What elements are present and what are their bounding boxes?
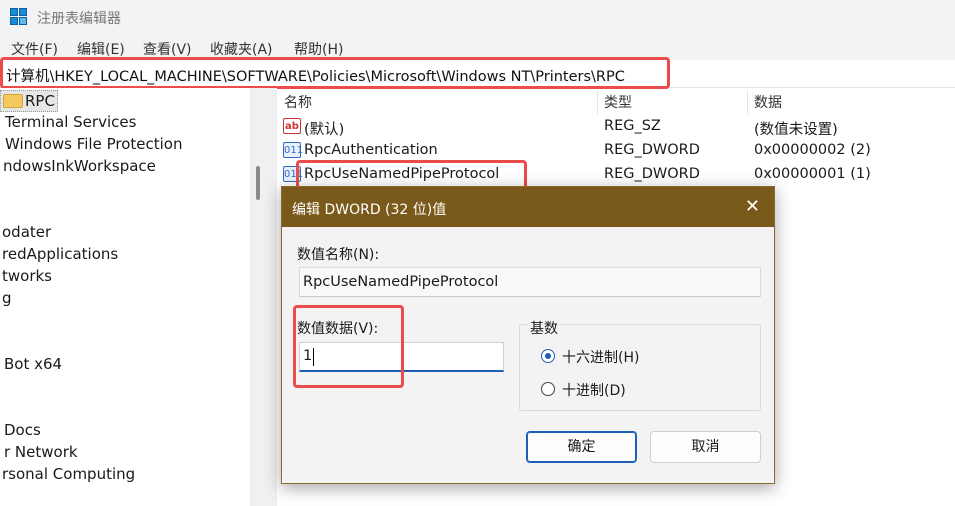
value-name-field: RpcUseNamedPipeProtocol bbox=[299, 267, 761, 297]
title-bar: 注册表编辑器 bbox=[0, 0, 955, 36]
value-name[interactable]: (默认) bbox=[304, 118, 344, 139]
ok-button[interactable]: 确定 bbox=[526, 431, 637, 463]
radio-decimal-label[interactable]: 十进制(D) bbox=[562, 380, 626, 400]
column-header-name[interactable]: 名称 bbox=[284, 92, 312, 112]
dword-value-icon: 011 bbox=[283, 142, 303, 158]
tree-item[interactable]: Windows File Protection bbox=[5, 135, 182, 153]
tree-item[interactable]: rsonal Computing bbox=[2, 465, 135, 483]
string-value-icon: ab bbox=[283, 118, 301, 134]
menu-edit[interactable]: 编辑(E) bbox=[77, 39, 125, 59]
dialog-title-bar[interactable]: 编辑 DWORD (32 位)值 ✕ bbox=[282, 187, 774, 227]
tree-item-label: RPC bbox=[25, 92, 55, 110]
tree-item-selected[interactable]: RPC bbox=[0, 90, 58, 112]
radio-hex[interactable] bbox=[541, 349, 555, 363]
radio-decimal[interactable] bbox=[541, 382, 555, 396]
tree-item[interactable]: r Network bbox=[4, 443, 78, 461]
column-divider[interactable] bbox=[747, 90, 748, 114]
window-title: 注册表编辑器 bbox=[37, 11, 121, 27]
value-name[interactable]: RpcAuthentication bbox=[304, 142, 438, 158]
registry-editor-icon bbox=[10, 8, 28, 26]
close-icon[interactable]: ✕ bbox=[745, 196, 760, 217]
value-name-text: RpcUseNamedPipeProtocol bbox=[303, 274, 499, 290]
tree-item[interactable]: odater bbox=[2, 223, 51, 241]
tree-item[interactable]: redApplications bbox=[2, 245, 118, 263]
dialog-title: 编辑 DWORD (32 位)值 bbox=[292, 202, 447, 218]
value-data-highlight-box bbox=[293, 305, 404, 388]
tree-item[interactable]: g bbox=[2, 289, 12, 307]
column-header-data[interactable]: 数据 bbox=[754, 92, 782, 112]
tree-scrollbar-thumb[interactable] bbox=[256, 166, 260, 200]
radio-hex-label[interactable]: 十六进制(H) bbox=[562, 347, 639, 367]
address-highlight-box bbox=[0, 57, 670, 89]
menu-favorites[interactable]: 收藏夹(A) bbox=[210, 39, 273, 59]
tree-item[interactable]: Terminal Services bbox=[5, 113, 136, 131]
column-header-type[interactable]: 类型 bbox=[604, 92, 632, 112]
value-type: REG_DWORD bbox=[604, 142, 700, 158]
tree-item[interactable]: Bot x64 bbox=[4, 355, 62, 373]
tree-item[interactable]: tworks bbox=[2, 267, 52, 285]
menu-view[interactable]: 查看(V) bbox=[143, 39, 192, 59]
folder-icon bbox=[3, 94, 23, 108]
cancel-button[interactable]: 取消 bbox=[650, 431, 761, 463]
menu-file[interactable]: 文件(F) bbox=[11, 39, 58, 59]
value-data: (数值未设置) bbox=[754, 122, 838, 138]
value-name-label: 数值名称(N): bbox=[297, 247, 380, 263]
column-divider[interactable] bbox=[597, 90, 598, 114]
tree-item[interactable]: ndowsInkWorkspace bbox=[3, 157, 156, 175]
pane-splitter[interactable] bbox=[250, 88, 277, 506]
value-data: 0x00000001 (1) bbox=[754, 166, 871, 182]
tree-item[interactable]: Docs bbox=[4, 421, 41, 439]
value-type: REG_SZ bbox=[604, 118, 661, 134]
value-type: REG_DWORD bbox=[604, 166, 700, 182]
menu-help[interactable]: 帮助(H) bbox=[294, 39, 343, 59]
value-data: 0x00000002 (2) bbox=[754, 142, 871, 158]
base-label: 基数 bbox=[528, 318, 560, 338]
tree-pane[interactable]: RPC Terminal Services Windows File Prote… bbox=[0, 88, 250, 506]
